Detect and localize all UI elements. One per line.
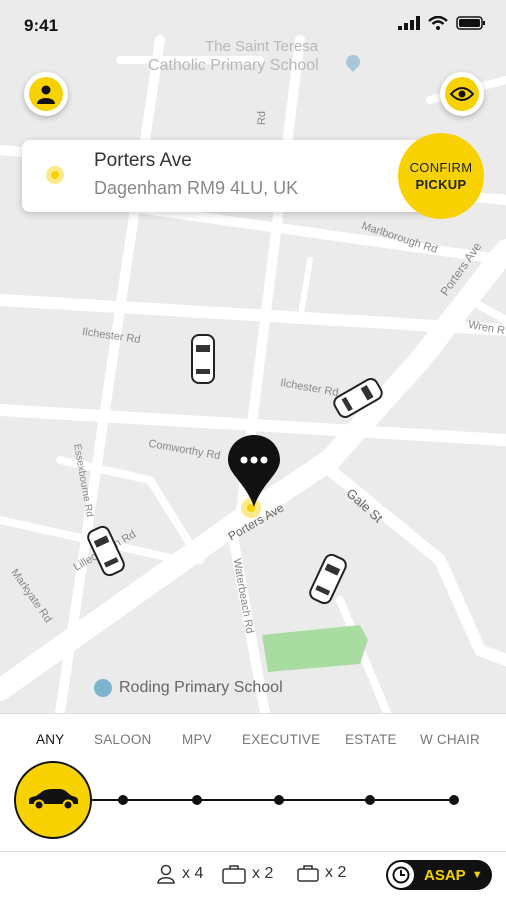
tab-w-chair[interactable]: W CHAIR <box>420 732 480 747</box>
passengers-option[interactable]: x 4 <box>156 864 203 884</box>
pickup-pin-icon[interactable] <box>226 433 282 509</box>
user-icon <box>37 85 55 104</box>
slider-stop-estate[interactable] <box>365 795 375 805</box>
signal-icon <box>398 16 420 30</box>
car-icon <box>29 789 78 811</box>
suitcase-large-icon <box>222 865 246 884</box>
car-marker-1[interactable] <box>190 333 216 385</box>
vehicle-slider-handle[interactable] <box>14 761 92 839</box>
status-time: 9:41 <box>24 16 59 35</box>
pickup-label: PICKUP <box>415 177 467 192</box>
pickup-time-value: ASAP <box>424 866 466 884</box>
map-label-school-top-2: Catholic Primary School <box>148 57 319 74</box>
map-label-road-top: Rd <box>256 110 269 126</box>
slider-stop-w-chair[interactable] <box>449 795 459 805</box>
tab-estate[interactable]: ESTATE <box>345 732 397 747</box>
panel-divider <box>0 851 506 852</box>
school-bottom-marker-icon <box>94 679 112 697</box>
slider-stop-executive[interactable] <box>274 795 284 805</box>
passenger-icon <box>157 864 175 884</box>
status-bar: 9:41 <box>0 0 506 48</box>
view-toggle-button[interactable] <box>440 72 484 116</box>
vehicle-slider-track[interactable] <box>90 799 455 801</box>
booking-panel: ANY SALOON MPV EXECUTIVE ESTATE W CHAIR … <box>0 713 506 901</box>
tab-mpv[interactable]: MPV <box>182 732 212 747</box>
wifi-icon <box>428 16 448 30</box>
large-luggage-option[interactable]: x 2 <box>222 864 273 884</box>
large-luggage-count: x 2 <box>252 865 274 882</box>
small-luggage-count: x 2 <box>325 864 347 881</box>
profile-button[interactable] <box>24 72 68 116</box>
battery-icon <box>456 16 485 30</box>
chevron-down-icon: ▼ <box>471 869 483 881</box>
address-city: Dagenham RM9 4LU, UK <box>94 178 299 198</box>
pickup-address-card[interactable]: Porters Ave Dagenham RM9 4LU, UK <box>22 140 442 212</box>
vehicle-type-tabs: ANY SALOON MPV EXECUTIVE ESTATE W CHAIR <box>0 732 506 752</box>
pickup-time-select[interactable]: ASAP ▼ <box>386 860 492 890</box>
suitcase-small-icon <box>297 865 319 882</box>
clock-icon <box>388 862 414 888</box>
passengers-count: x 4 <box>182 865 204 882</box>
pickup-dot-icon <box>46 166 64 184</box>
slider-stop-saloon[interactable] <box>118 795 128 805</box>
map-view[interactable]: The Saint Teresa Catholic Primary School… <box>0 0 506 713</box>
small-luggage-option[interactable]: x 2 <box>297 864 346 882</box>
slider-stop-mpv[interactable] <box>192 795 202 805</box>
confirm-pickup-button[interactable]: CONFIRM PICKUP <box>398 133 484 219</box>
map-label-school-bottom: Roding Primary School <box>119 679 283 696</box>
tab-any[interactable]: ANY <box>36 732 64 747</box>
address-street: Porters Ave <box>94 150 192 171</box>
eye-icon <box>450 87 474 101</box>
tab-saloon[interactable]: SALOON <box>94 732 151 747</box>
map-roads <box>0 35 506 713</box>
tab-executive[interactable]: EXECUTIVE <box>242 732 320 747</box>
confirm-label: CONFIRM <box>409 160 473 175</box>
